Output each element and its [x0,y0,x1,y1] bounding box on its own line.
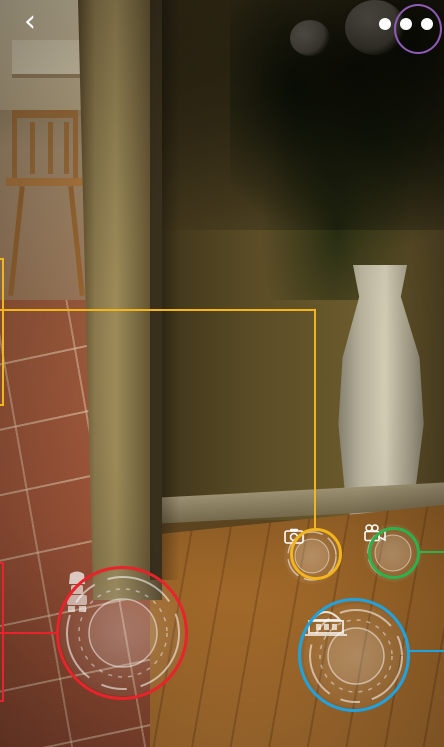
ar-camera-screen: ‹ [0,0,444,747]
character-button-highlight [56,566,188,700]
chevron-left-icon: ‹ [24,4,36,39]
more-options-highlight [394,4,442,54]
photo-button-highlight [290,528,342,580]
scene-callout-line [408,650,444,652]
video-button-highlight [368,527,420,579]
character-callout-line [0,632,58,634]
scene-button-highlight [298,598,410,712]
ellipsis-icon [379,18,391,30]
photo-callout-line [0,309,316,531]
back-button[interactable]: ‹ [14,6,46,38]
